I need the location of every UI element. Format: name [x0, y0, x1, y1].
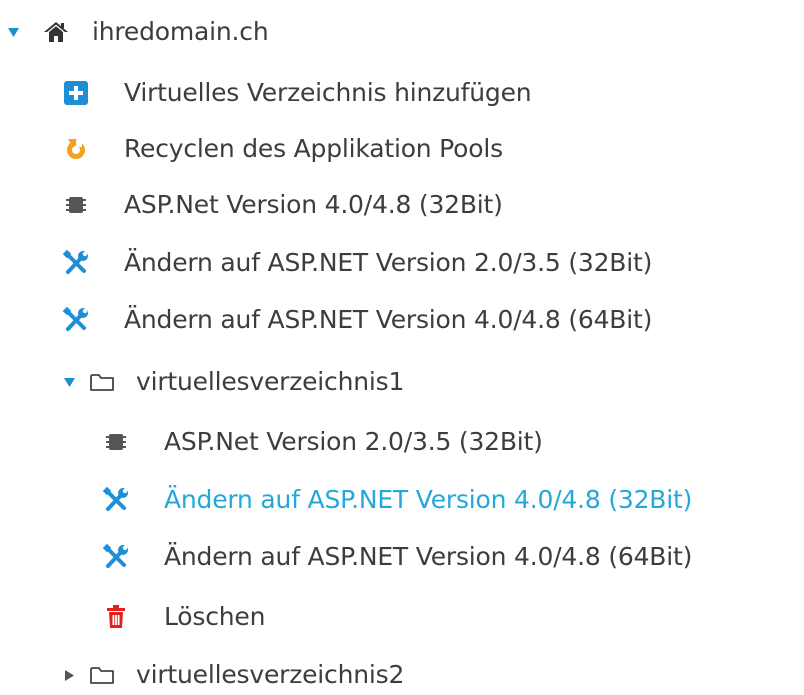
action-label[interactable]: Ändern auf ASP.NET Version 4.0/4.8 (32Bi…: [164, 480, 692, 520]
action-label[interactable]: Ändern auf ASP.NET Version 4.0/4.8 (64Bi…: [164, 537, 692, 577]
tree-node-domain[interactable]: ihredomain.ch: [6, 12, 269, 52]
caret-right-icon[interactable]: [62, 668, 76, 682]
tree-node-virtual-directory-2[interactable]: virtuellesverzeichnis2: [62, 655, 404, 695]
tools-icon: [62, 306, 90, 334]
tree-node-label[interactable]: virtuellesverzeichnis2: [136, 655, 404, 695]
action-label[interactable]: Virtuelles Verzeichnis hinzufügen: [124, 73, 532, 113]
caret-down-icon[interactable]: [62, 375, 76, 389]
action-label[interactable]: Ändern auf ASP.NET Version 2.0/3.5 (32Bi…: [124, 243, 652, 283]
asp-net-version-info: ASP.Net Version 4.0/4.8 (32Bit): [62, 185, 503, 225]
folder-icon: [88, 368, 116, 396]
tools-icon: [102, 543, 130, 571]
action-label[interactable]: Ändern auf ASP.NET Version 4.0/4.8 (64Bi…: [124, 300, 652, 340]
action-label[interactable]: Löschen: [164, 597, 265, 637]
action-label[interactable]: Recyclen des Applikation Pools: [124, 129, 503, 169]
action-change-asp-net-version[interactable]: Ändern auf ASP.NET Version 2.0/3.5 (32Bi…: [62, 243, 652, 283]
folder-icon: [88, 661, 116, 689]
tools-icon: [102, 486, 130, 514]
tree-node-label[interactable]: virtuellesverzeichnis1: [136, 362, 404, 402]
trash-icon: [102, 603, 130, 631]
action-recycle-app-pool[interactable]: Recyclen des Applikation Pools: [62, 129, 503, 169]
version-label: ASP.Net Version 2.0/3.5 (32Bit): [164, 427, 543, 456]
action-change-asp-net-version[interactable]: Ändern auf ASP.NET Version 4.0/4.8 (64Bi…: [102, 537, 692, 577]
tree-node-label[interactable]: ihredomain.ch: [92, 12, 269, 52]
asp-net-version-info: ASP.Net Version 2.0/3.5 (32Bit): [102, 422, 543, 462]
action-add-virtual-directory[interactable]: Virtuelles Verzeichnis hinzufügen: [62, 73, 532, 113]
chip-icon: [102, 428, 130, 456]
action-change-asp-net-version[interactable]: Ändern auf ASP.NET Version 4.0/4.8 (32Bi…: [102, 480, 692, 520]
recycle-icon: [62, 135, 90, 163]
caret-down-icon[interactable]: [6, 25, 20, 39]
tree-node-virtual-directory-1[interactable]: virtuellesverzeichnis1: [62, 362, 404, 402]
action-change-asp-net-version[interactable]: Ändern auf ASP.NET Version 4.0/4.8 (64Bi…: [62, 300, 652, 340]
version-label: ASP.Net Version 4.0/4.8 (32Bit): [124, 190, 503, 219]
plus-square-icon: [62, 79, 90, 107]
tools-icon: [62, 249, 90, 277]
home-icon: [42, 18, 70, 46]
action-delete[interactable]: Löschen: [102, 597, 265, 637]
chip-icon: [62, 191, 90, 219]
